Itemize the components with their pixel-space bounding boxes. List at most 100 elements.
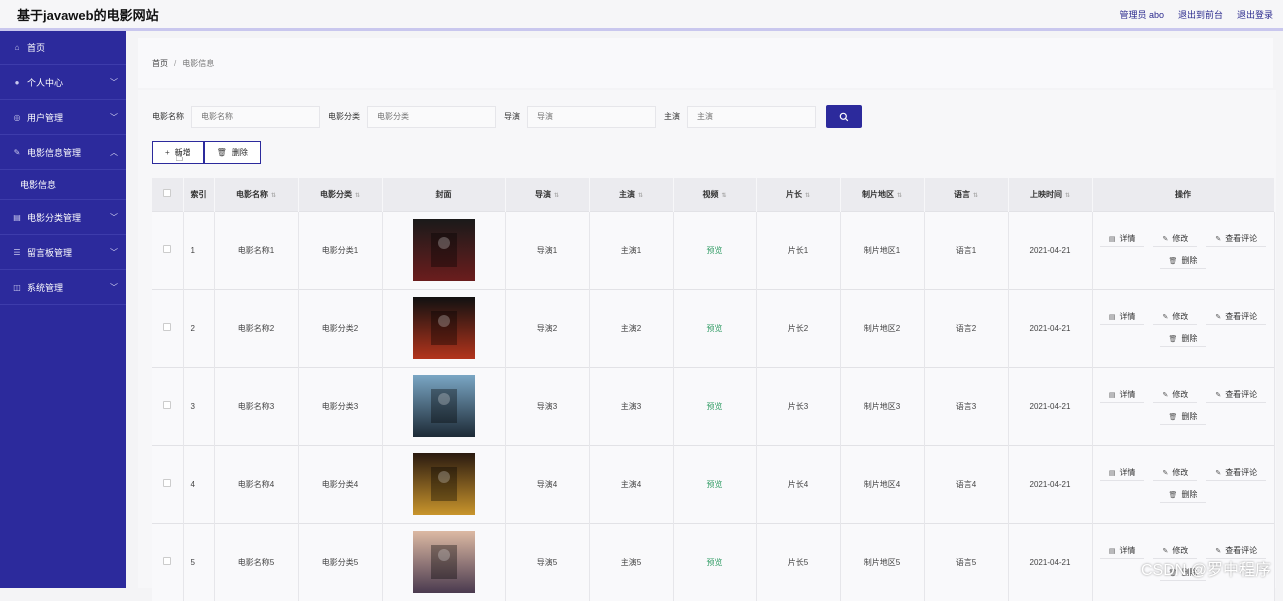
row-checkbox[interactable] <box>163 557 171 565</box>
breadcrumb: 首页 / 电影信息 <box>138 38 1273 88</box>
select-all-checkbox[interactable] <box>163 189 171 197</box>
column-header[interactable]: 制片地区⇅ <box>840 178 924 211</box>
language-cell: 语言2 <box>924 289 1008 367</box>
row-delete-button[interactable]: 🗑删除 <box>1160 409 1207 425</box>
row-delete-button[interactable]: 🗑删除 <box>1160 487 1207 503</box>
detail-button[interactable]: ▤详情 <box>1100 231 1145 247</box>
column-header[interactable]: 电影名称⇅ <box>214 178 298 211</box>
director-cell: 导演5 <box>505 523 589 601</box>
sidebar-item-users[interactable]: ◎ 用户管理 ﹀ <box>0 100 126 135</box>
detail-label: 详情 <box>1119 389 1135 400</box>
operations-cell: ▤详情 ✎修改 ✎查看评论 🗑删除 <box>1092 211 1274 289</box>
row-checkbox-cell[interactable] <box>152 289 183 367</box>
breadcrumb-home[interactable]: 首页 <box>152 58 168 69</box>
sidebar-item-movies[interactable]: ✎ 电影信息管理 ︿ <box>0 135 126 170</box>
category-label: 电影分类 <box>328 111 360 122</box>
detail-button[interactable]: ▤详情 <box>1100 543 1145 559</box>
settings-icon: ◫ <box>12 283 22 292</box>
row-delete-button[interactable]: 🗑删除 <box>1160 253 1207 269</box>
movie-poster[interactable] <box>413 375 475 437</box>
detail-button[interactable]: ▤详情 <box>1100 387 1145 403</box>
sort-icon[interactable]: ⇅ <box>897 193 902 199</box>
delete-button[interactable]: 🗑 删除 <box>204 141 261 164</box>
row-checkbox-cell[interactable] <box>152 211 183 289</box>
edit-button[interactable]: ✎修改 <box>1153 309 1197 325</box>
language-cell: 语言4 <box>924 445 1008 523</box>
view-comments-button[interactable]: ✎查看评论 <box>1206 231 1266 247</box>
sidebar-item-label: 个人中心 <box>27 76 63 89</box>
sidebar-item-home[interactable]: ⌂ 首页 <box>0 31 126 65</box>
actor-search-input[interactable] <box>687 106 816 128</box>
movie-poster[interactable] <box>413 531 475 593</box>
sort-icon[interactable]: ⇅ <box>355 193 360 199</box>
sidebar-item-categories[interactable]: ▤ 电影分类管理 ﹀ <box>0 200 126 235</box>
sidebar-item-profile[interactable]: ● 个人中心 ﹀ <box>0 65 126 100</box>
action-buttons: + 新增 🗑 删除 <box>152 141 261 164</box>
sort-icon[interactable]: ⇅ <box>638 193 643 199</box>
row-checkbox-cell[interactable] <box>152 445 183 523</box>
sidebar-item-system[interactable]: ◫ 系统管理 ﹀ <box>0 270 126 305</box>
date-cell: 2021-04-21 <box>1008 367 1092 445</box>
column-header[interactable]: 视频⇅ <box>673 178 756 211</box>
user-label[interactable]: 管理员 abo <box>1119 8 1164 21</box>
sort-icon[interactable]: ⇅ <box>973 193 978 199</box>
length-cell: 片长5 <box>756 523 840 601</box>
detail-button[interactable]: ▤详情 <box>1100 309 1145 325</box>
movie-poster[interactable] <box>413 297 475 359</box>
sidebar-subitem-movie-info[interactable]: 电影信息 <box>0 170 126 200</box>
edit-button[interactable]: ✎修改 <box>1153 465 1197 481</box>
column-header[interactable]: 电影分类⇅ <box>298 178 382 211</box>
column-header[interactable]: 上映时间⇅ <box>1008 178 1092 211</box>
preview-link[interactable]: 预览 <box>707 324 723 333</box>
view-comments-button[interactable]: ✎查看评论 <box>1206 465 1266 481</box>
row-delete-button[interactable]: 🗑删除 <box>1160 331 1207 347</box>
sort-icon[interactable]: ⇅ <box>805 193 810 199</box>
operations-cell: ▤详情 ✎修改 ✎查看评论 🗑删除 <box>1092 367 1274 445</box>
sort-icon[interactable]: ⇅ <box>1065 193 1070 199</box>
detail-button[interactable]: ▤详情 <box>1100 465 1145 481</box>
sidebar-item-messages[interactable]: ☰ 留言板管理 ﹀ <box>0 235 126 270</box>
document-icon: ▤ <box>1109 547 1116 555</box>
movie-poster[interactable] <box>413 219 475 281</box>
sort-icon[interactable]: ⇅ <box>721 193 726 199</box>
column-header[interactable]: 导演⇅ <box>505 178 589 211</box>
view-comments-button[interactable]: ✎查看评论 <box>1206 309 1266 325</box>
search-button[interactable] <box>826 105 862 128</box>
preview-link[interactable]: 预览 <box>707 480 723 489</box>
comments-label: 查看评论 <box>1225 311 1257 322</box>
category-search-input[interactable] <box>367 106 496 128</box>
document-icon: ▤ <box>1109 469 1116 477</box>
comments-label: 查看评论 <box>1225 467 1257 478</box>
edit-button[interactable]: ✎修改 <box>1153 231 1197 247</box>
column-header-label: 片长 <box>786 190 802 199</box>
row-checkbox-cell[interactable] <box>152 523 183 601</box>
row-checkbox[interactable] <box>163 323 171 331</box>
home-icon: ⌂ <box>12 43 22 52</box>
logout-link[interactable]: 退出登录 <box>1237 8 1273 21</box>
edit-icon: ✎ <box>1215 391 1221 399</box>
name-search-input[interactable] <box>191 106 320 128</box>
row-checkbox[interactable] <box>163 479 171 487</box>
row-checkbox[interactable] <box>163 401 171 409</box>
edit-icon: ✎ <box>1162 469 1168 477</box>
sort-icon[interactable]: ⇅ <box>554 193 559 199</box>
director-search-input[interactable] <box>527 106 656 128</box>
column-header-label: 上映时间 <box>1030 190 1062 199</box>
preview-link[interactable]: 预览 <box>707 558 723 567</box>
edit-button[interactable]: ✎修改 <box>1153 387 1197 403</box>
row-checkbox[interactable] <box>163 245 171 253</box>
edit-icon: ✎ <box>1162 313 1168 321</box>
column-header[interactable]: 语言⇅ <box>924 178 1008 211</box>
column-header[interactable]: 片长⇅ <box>756 178 840 211</box>
preview-link[interactable]: 预览 <box>707 402 723 411</box>
index-cell: 2 <box>183 289 214 367</box>
view-comments-button[interactable]: ✎查看评论 <box>1206 387 1266 403</box>
preview-link[interactable]: 预览 <box>707 246 723 255</box>
director-cell: 导演1 <box>505 211 589 289</box>
row-checkbox-cell[interactable] <box>152 367 183 445</box>
sort-icon[interactable]: ⇅ <box>271 193 276 199</box>
back-to-front-link[interactable]: 退出到前台 <box>1178 8 1223 21</box>
movie-poster[interactable] <box>413 453 475 515</box>
select-all-header[interactable] <box>152 178 183 211</box>
column-header[interactable]: 主演⇅ <box>589 178 673 211</box>
